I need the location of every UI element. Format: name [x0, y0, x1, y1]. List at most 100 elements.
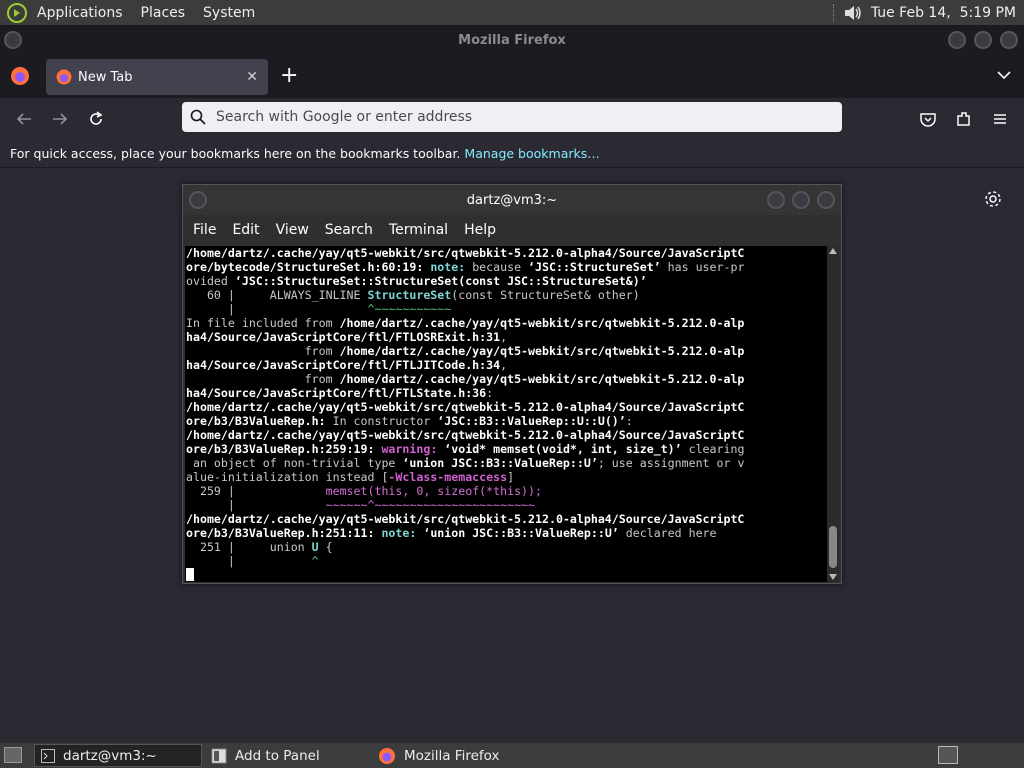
- show-desktop-icon[interactable]: [4, 747, 22, 763]
- terminal-text: ore/b3/B3ValueRep.h:: [186, 414, 326, 428]
- taskbar-item-add-to-panel[interactable]: Add to Panel: [205, 744, 326, 767]
- terminal-text: (const StructureSet& other): [451, 288, 640, 302]
- firefox-icon: [379, 747, 395, 764]
- terminal-close-button[interactable]: [817, 191, 835, 209]
- terminal-text: alue-initialization instead [: [186, 470, 389, 484]
- terminal-line: 259 | memset(this, 0, sizeof(*this));: [186, 484, 827, 498]
- firefox-titlebar[interactable]: Mozilla Firefox: [0, 25, 1024, 55]
- terminal-text: In constructor: [325, 414, 438, 428]
- address-input[interactable]: [216, 109, 816, 125]
- hamburger-menu-icon[interactable]: [991, 110, 1009, 128]
- menu-file[interactable]: File: [185, 222, 224, 238]
- extensions-icon[interactable]: [955, 110, 973, 128]
- scrollbar-thumb[interactable]: [829, 526, 837, 568]
- terminal-text: ore/b3/B3ValueRep.h:251:11:: [186, 526, 382, 540]
- volume-icon[interactable]: [843, 3, 863, 23]
- terminal-line: alue-initialization instead [-Wclass-mem…: [186, 470, 827, 484]
- applications-menu[interactable]: Applications: [28, 5, 132, 21]
- terminal-text: ‘union JSC::B3::ValueRep::U’: [423, 526, 619, 540]
- terminal-text: ,: [500, 330, 508, 344]
- terminal-text: note:: [381, 526, 424, 540]
- scroll-up-arrow-icon[interactable]: [829, 248, 837, 254]
- terminal-text: /home/dartz/.cache/yay/qt5-webkit/src/qt…: [339, 316, 745, 330]
- terminal-scrollbar[interactable]: [827, 246, 839, 582]
- manage-bookmarks-link[interactable]: Manage bookmarks…: [464, 146, 599, 161]
- add-to-panel-icon: [211, 748, 227, 763]
- system-menu[interactable]: System: [194, 5, 264, 21]
- scroll-down-arrow-icon[interactable]: [829, 574, 837, 580]
- gnome-foot-icon[interactable]: [6, 2, 28, 24]
- clock[interactable]: Tue Feb 14, 5:19 PM: [871, 5, 1016, 21]
- terminal-text: /home/dartz/.cache/yay/qt5-webkit/src/qt…: [186, 400, 745, 414]
- taskbar-item-firefox[interactable]: Mozilla Firefox: [372, 744, 506, 767]
- terminal-line: an object of non-trivial type ‘union JSC…: [186, 456, 827, 470]
- panel-separator: [832, 3, 835, 22]
- terminal-line: from /home/dartz/.cache/yay/qt5-webkit/s…: [186, 372, 827, 386]
- terminal-text: ~~~~~~^~~~~~~~~~~~~~~~~~~~~~~~: [325, 498, 536, 512]
- back-arrow-icon[interactable]: [15, 110, 33, 128]
- reload-icon[interactable]: [87, 110, 105, 128]
- terminal-text: ; use assignment or v: [597, 456, 745, 470]
- terminal-text: ‘JSC::StructureSet’: [528, 260, 661, 274]
- forward-arrow-icon[interactable]: [51, 110, 69, 128]
- terminal-text: because: [472, 260, 529, 274]
- terminal-text: 251 | union: [186, 540, 312, 554]
- firefox-view-icon[interactable]: [10, 66, 30, 86]
- places-menu[interactable]: Places: [132, 5, 195, 21]
- terminal-maximize-button[interactable]: [792, 191, 810, 209]
- new-tab-button[interactable]: +: [280, 65, 298, 87]
- terminal-text: 259 |: [186, 484, 326, 498]
- terminal-minimize-button[interactable]: [767, 191, 785, 209]
- terminal-icon: [41, 748, 55, 763]
- terminal-text: ore/b3/B3ValueRep.h:259:19:: [186, 442, 382, 456]
- tab-new-tab[interactable]: New Tab ✕: [46, 59, 268, 95]
- workspace-switcher[interactable]: [938, 746, 958, 764]
- terminal-text: ha4/Source/JavaScriptCore/ftl/FTLJITCode…: [186, 358, 501, 372]
- terminal-line: | ^~~~~~~~~~~~: [186, 302, 827, 316]
- terminal-window[interactable]: dartz@vm3:~ File Edit View Search Termin…: [182, 184, 842, 584]
- tab-label: New Tab: [78, 69, 133, 85]
- terminal-text: ha4/Source/JavaScriptCore/ftl/FTLState.h…: [186, 386, 487, 400]
- close-tab-icon[interactable]: ✕: [246, 69, 258, 85]
- terminal-line: ha4/Source/JavaScriptCore/ftl/FTLOSRExit…: [186, 330, 827, 344]
- address-bar[interactable]: [182, 102, 842, 132]
- maximize-button[interactable]: [974, 31, 992, 49]
- taskbar-item-terminal[interactable]: dartz@vm3:~: [34, 744, 202, 767]
- terminal-line: /home/dartz/.cache/yay/qt5-webkit/src/qt…: [186, 400, 827, 414]
- terminal-text: /home/dartz/.cache/yay/qt5-webkit/src/qt…: [186, 246, 745, 260]
- terminal-text: /home/dartz/.cache/yay/qt5-webkit/src/qt…: [339, 344, 745, 358]
- terminal-line: 251 | union U {: [186, 540, 827, 554]
- terminal-title: dartz@vm3:~: [466, 192, 558, 208]
- firefox-window-title: Mozilla Firefox: [458, 32, 566, 48]
- terminal-line: /home/dartz/.cache/yay/qt5-webkit/src/qt…: [186, 512, 827, 526]
- pocket-icon[interactable]: [919, 110, 937, 128]
- terminal-text: has user-pr: [660, 260, 745, 274]
- menu-edit[interactable]: Edit: [224, 222, 267, 238]
- bookmarks-empty-message: For quick access, place your bookmarks h…: [10, 145, 461, 161]
- terminal-text: :: [486, 386, 494, 400]
- minimize-button[interactable]: [948, 31, 966, 49]
- search-icon: [190, 109, 206, 125]
- terminal-text: declared here: [618, 526, 717, 540]
- terminal-titlebar[interactable]: dartz@vm3:~: [183, 185, 841, 215]
- terminal-line: | ~~~~~~^~~~~~~~~~~~~~~~~~~~~~~~: [186, 498, 827, 512]
- terminal-text: -Wclass-memaccess: [388, 470, 508, 484]
- terminal-text: ]: [507, 470, 515, 484]
- bookmarks-toolbar: For quick access, place your bookmarks h…: [0, 139, 1024, 168]
- chevron-down-icon[interactable]: [996, 67, 1012, 83]
- terminal-text: clearing: [681, 442, 745, 456]
- terminal-text: |: [186, 302, 368, 316]
- terminal-text: note:: [430, 260, 473, 274]
- terminal-text: /home/dartz/.cache/yay/qt5-webkit/src/qt…: [186, 512, 745, 526]
- close-window-button[interactable]: [1000, 31, 1018, 49]
- menu-search[interactable]: Search: [317, 222, 381, 238]
- terminal-output[interactable]: /home/dartz/.cache/yay/qt5-webkit/src/qt…: [185, 246, 827, 582]
- menu-help[interactable]: Help: [456, 222, 504, 238]
- terminal-window-menu-button[interactable]: [189, 191, 207, 209]
- menu-terminal[interactable]: Terminal: [381, 222, 456, 238]
- taskbar-label: dartz@vm3:~: [63, 747, 157, 764]
- window-menu-button[interactable]: [4, 31, 22, 49]
- menu-view[interactable]: View: [268, 222, 317, 238]
- terminal-line: 60 | ALWAYS_INLINE StructureSet(const St…: [186, 288, 827, 302]
- gear-icon[interactable]: [984, 190, 1002, 208]
